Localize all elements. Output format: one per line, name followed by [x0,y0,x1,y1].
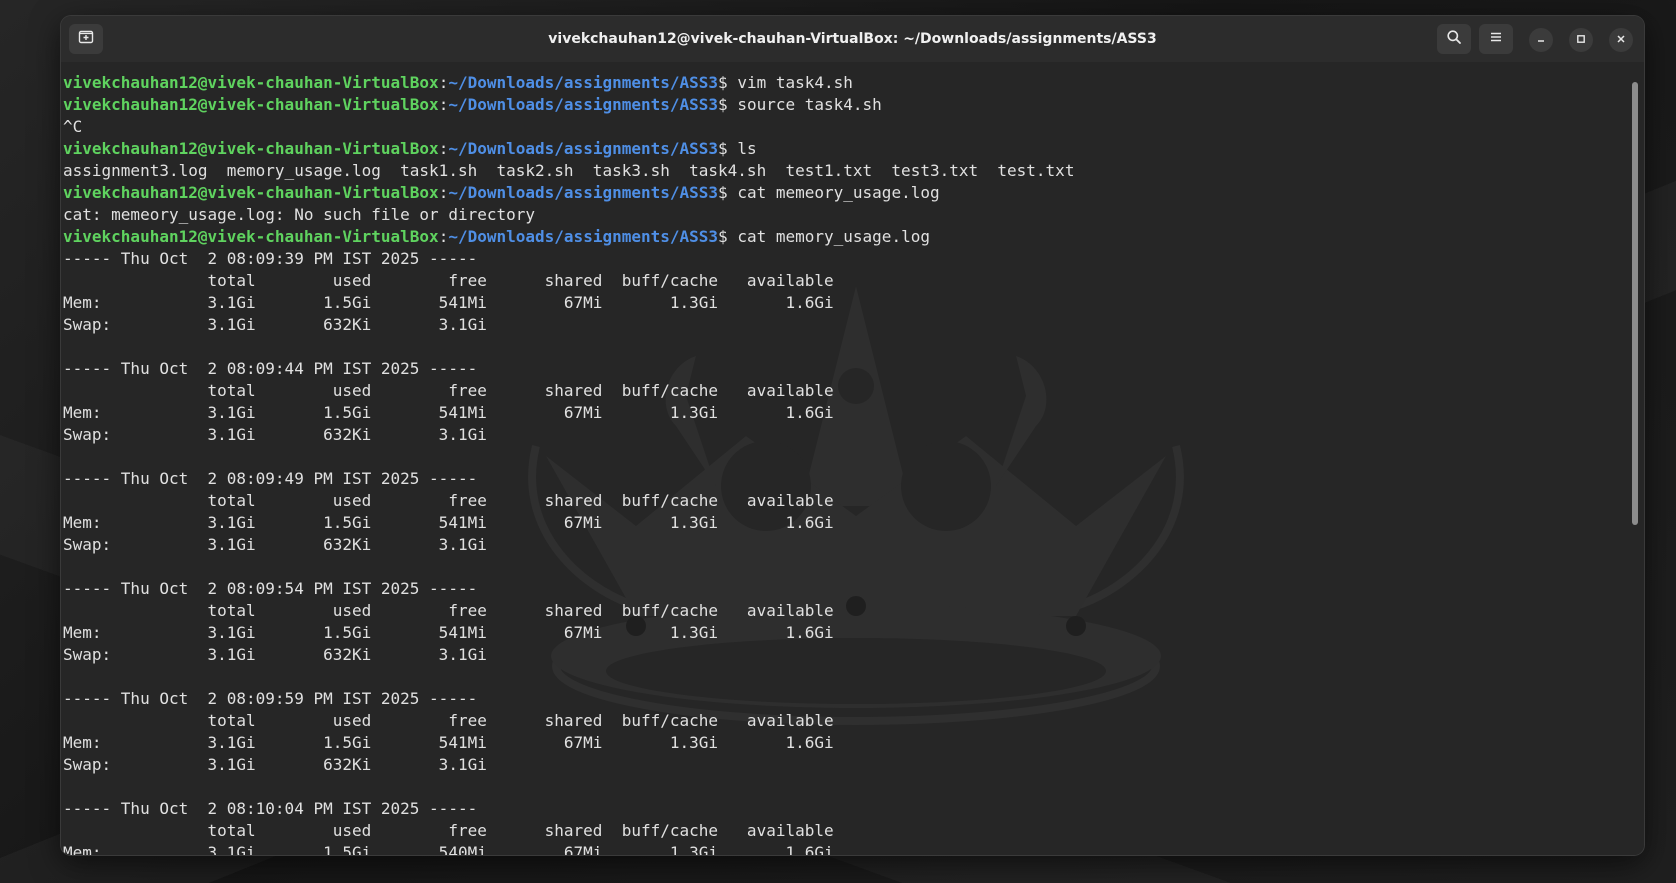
maximize-button[interactable] [1569,28,1593,52]
new-tab-button[interactable] [69,24,103,54]
minimize-button[interactable] [1529,28,1553,52]
command-text: $ source task4.sh [718,95,882,114]
output-line: total used free shared buff/cache availa… [63,711,834,730]
output-line: Swap: 3.1Gi 632Ki 3.1Gi [63,535,487,554]
prompt-line: vivekchauhan12@vivek-chauhan-VirtualBox:… [63,226,1074,248]
output-line: ----- Thu Oct 2 08:09:54 PM IST 2025 ---… [63,579,478,598]
output-line: ----- Thu Oct 2 08:09:44 PM IST 2025 ---… [63,359,478,378]
output-line: Mem: 3.1Gi 1.5Gi 541Mi 67Mi 1.3Gi 1.6Gi [63,513,834,532]
output-line: total used free shared buff/cache availa… [63,381,834,400]
prompt-colon: : [438,73,449,92]
prompt-path: ~/Downloads/assignments/ASS3 [448,73,719,92]
prompt-line: vivekchauhan12@vivek-chauhan-VirtualBox:… [63,182,1074,204]
terminal-output[interactable]: vivekchauhan12@vivek-chauhan-VirtualBox:… [63,72,1074,855]
new-tab-icon [78,29,94,49]
prompt-path: ~/Downloads/assignments/ASS3 [448,139,719,158]
output-line: Swap: 3.1Gi 632Ki 3.1Gi [63,755,487,774]
prompt-user: vivekchauhan12@vivek-chauhan-VirtualBox [63,139,439,158]
minimize-icon [1536,33,1546,48]
output-line: Mem: 3.1Gi 1.5Gi 541Mi 67Mi 1.3Gi 1.6Gi [63,623,834,642]
output-line: ----- Thu Oct 2 08:09:59 PM IST 2025 ---… [63,689,478,708]
prompt-user: vivekchauhan12@vivek-chauhan-VirtualBox [63,227,439,246]
output-line: Swap: 3.1Gi 632Ki 3.1Gi [63,645,487,664]
prompt-line: vivekchauhan12@vivek-chauhan-VirtualBox:… [63,138,1074,160]
prompt-colon: : [438,183,449,202]
terminal-body[interactable]: vivekchauhan12@vivek-chauhan-VirtualBox:… [61,62,1628,855]
prompt-path: ~/Downloads/assignments/ASS3 [448,227,719,246]
prompt-colon: : [438,95,449,114]
search-icon [1446,29,1462,49]
prompt-path: ~/Downloads/assignments/ASS3 [448,183,719,202]
command-text: $ cat memeory_usage.log [718,183,940,202]
output-line: ----- Thu Oct 2 08:10:04 PM IST 2025 ---… [63,799,478,818]
vertical-scrollbar[interactable] [1628,62,1644,855]
output-line: total used free shared buff/cache availa… [63,601,834,620]
output-line: Mem: 3.1Gi 1.5Gi 540Mi 67Mi 1.3Gi 1.6Gi [63,843,834,855]
command-text: $ vim task4.sh [718,73,853,92]
window-title: vivekchauhan12@vivek-chauhan-VirtualBox:… [548,31,1157,47]
output-line: assignment3.log memory_usage.log task1.s… [63,161,1075,180]
output-line: Mem: 3.1Gi 1.5Gi 541Mi 67Mi 1.3Gi 1.6Gi [63,403,834,422]
command-text: $ ls [718,139,757,158]
prompt-line: vivekchauhan12@vivek-chauhan-VirtualBox:… [63,94,1074,116]
output-line: Swap: 3.1Gi 632Ki 3.1Gi [63,315,487,334]
output-line: cat: memeory_usage.log: No such file or … [63,205,536,224]
prompt-line: vivekchauhan12@vivek-chauhan-VirtualBox:… [63,72,1074,94]
prompt-user: vivekchauhan12@vivek-chauhan-VirtualBox [63,183,439,202]
terminal-window[interactable]: vivekchauhan12@vivek-chauhan-VirtualBox:… [61,16,1644,855]
menu-button[interactable] [1479,24,1513,54]
output-line: Swap: 3.1Gi 632Ki 3.1Gi [63,425,487,444]
output-line: ^C [63,117,83,136]
output-line: total used free shared buff/cache availa… [63,491,834,510]
output-line: total used free shared buff/cache availa… [63,271,834,290]
maximize-icon [1576,33,1586,48]
prompt-path: ~/Downloads/assignments/ASS3 [448,95,719,114]
prompt-user: vivekchauhan12@vivek-chauhan-VirtualBox [63,95,439,114]
header-bar[interactable]: vivekchauhan12@vivek-chauhan-VirtualBox:… [61,16,1644,62]
output-line: total used free shared buff/cache availa… [63,821,834,840]
output-line: ----- Thu Oct 2 08:09:49 PM IST 2025 ---… [63,469,478,488]
hamburger-menu-icon [1488,29,1504,49]
output-line: ----- Thu Oct 2 08:09:39 PM IST 2025 ---… [63,249,478,268]
output-line: Mem: 3.1Gi 1.5Gi 541Mi 67Mi 1.3Gi 1.6Gi [63,733,834,752]
close-button[interactable] [1609,28,1633,52]
prompt-user: vivekchauhan12@vivek-chauhan-VirtualBox [63,73,439,92]
prompt-colon: : [438,139,449,158]
scrollbar-thumb[interactable] [1632,82,1638,525]
close-icon [1616,33,1626,48]
search-button[interactable] [1437,24,1471,54]
command-text: $ cat memory_usage.log [718,227,930,246]
prompt-colon: : [438,227,449,246]
output-line: Mem: 3.1Gi 1.5Gi 541Mi 67Mi 1.3Gi 1.6Gi [63,293,834,312]
